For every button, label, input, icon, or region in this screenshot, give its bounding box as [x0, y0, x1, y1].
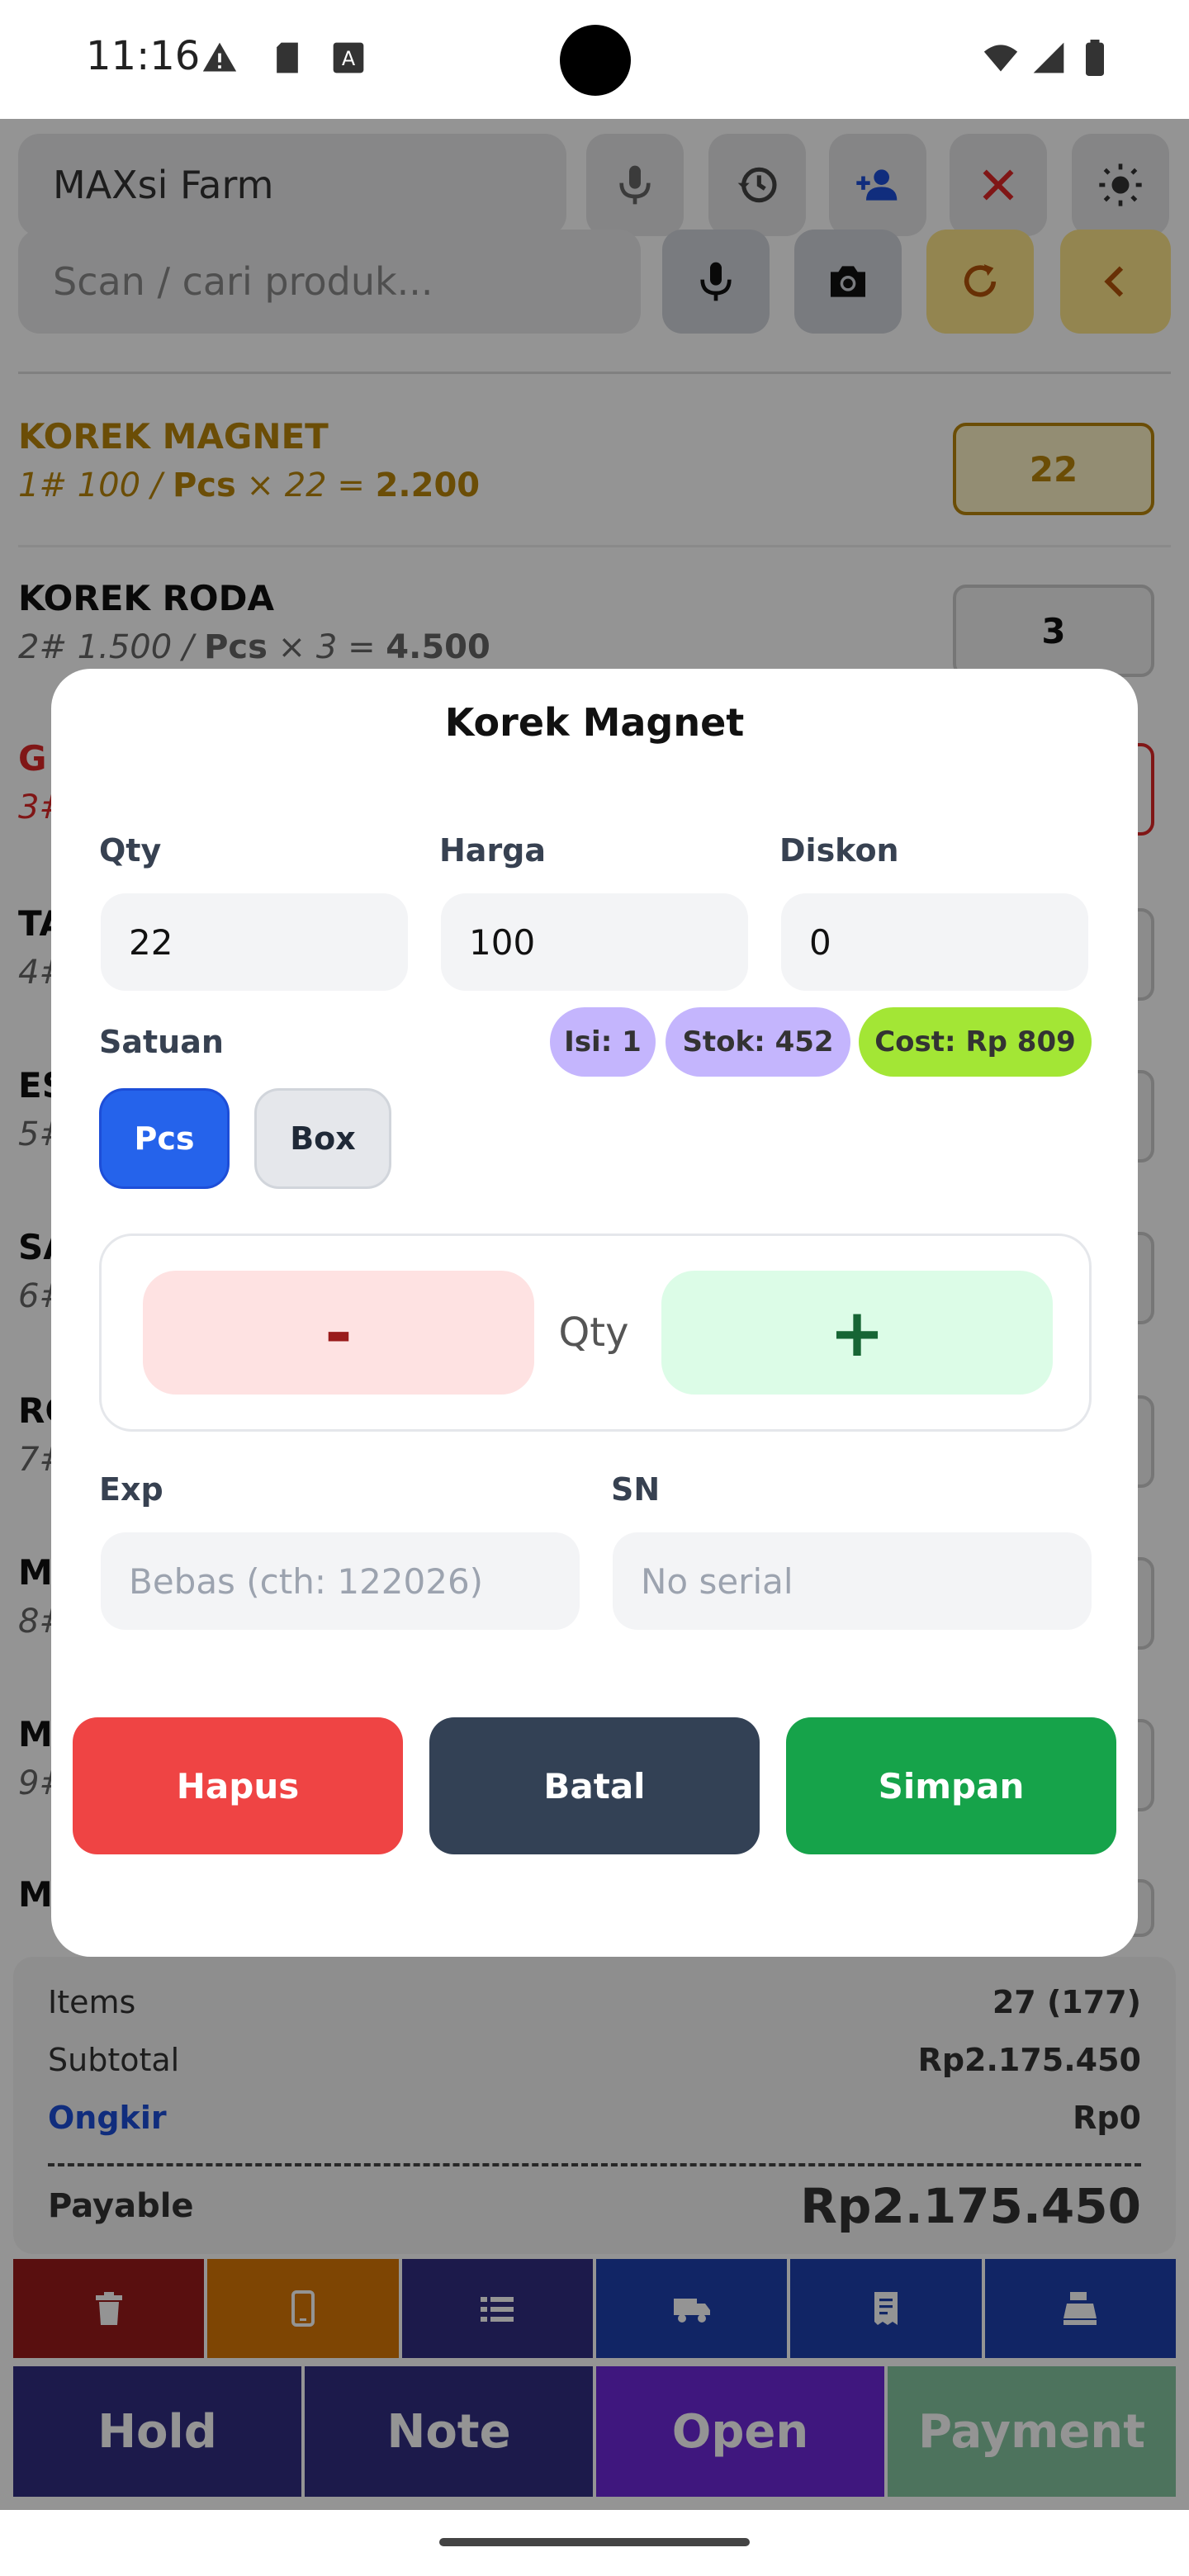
exp-input[interactable]: Bebas (cth: 122026)	[101, 1532, 580, 1630]
qty-input[interactable]: 22	[101, 893, 408, 991]
exp-label: Exp	[99, 1471, 163, 1508]
stok-badge: Stok: 452	[666, 1007, 850, 1077]
diskon-label: Diskon	[779, 832, 899, 869]
font-icon: A	[333, 42, 364, 73]
front-camera	[560, 25, 631, 96]
qty-label: Qty	[99, 832, 162, 869]
cost-badge: Cost: Rp 809	[859, 1007, 1092, 1077]
warning-icon	[202, 42, 237, 72]
signal-icon	[1033, 42, 1064, 73]
unit-pcs-button[interactable]: Pcs	[99, 1088, 230, 1189]
gesture-nav-bar[interactable]	[439, 2538, 750, 2546]
status-time: 11:16	[86, 33, 201, 79]
dialog-title: Korek Magnet	[444, 700, 745, 745]
cancel-button[interactable]: Batal	[429, 1717, 760, 1854]
qty-stepper: - Qty +	[99, 1234, 1092, 1432]
increment-button[interactable]: +	[661, 1271, 1053, 1395]
battery-icon	[1086, 40, 1104, 76]
save-button[interactable]: Simpan	[786, 1717, 1116, 1854]
sn-label: SN	[611, 1471, 661, 1508]
harga-label: Harga	[439, 832, 547, 869]
edit-item-dialog: Korek Magnet Qty Harga Diskon 22 100 0 S…	[51, 669, 1138, 1957]
sd-card-icon	[277, 42, 298, 73]
harga-input[interactable]: 100	[441, 893, 748, 991]
wifi-icon	[983, 45, 1018, 72]
decrement-button[interactable]: -	[143, 1271, 534, 1395]
delete-item-button[interactable]: Hapus	[73, 1717, 403, 1854]
sn-input[interactable]: No serial	[613, 1532, 1092, 1630]
stepper-label: Qty	[558, 1309, 629, 1356]
diskon-input[interactable]: 0	[781, 893, 1088, 991]
status-bar: 11:16 A	[0, 0, 1189, 119]
svg-text:A: A	[342, 47, 356, 70]
unit-box-button[interactable]: Box	[254, 1088, 391, 1189]
isi-badge: Isi: 1	[550, 1007, 656, 1077]
satuan-label: Satuan	[99, 1024, 224, 1060]
